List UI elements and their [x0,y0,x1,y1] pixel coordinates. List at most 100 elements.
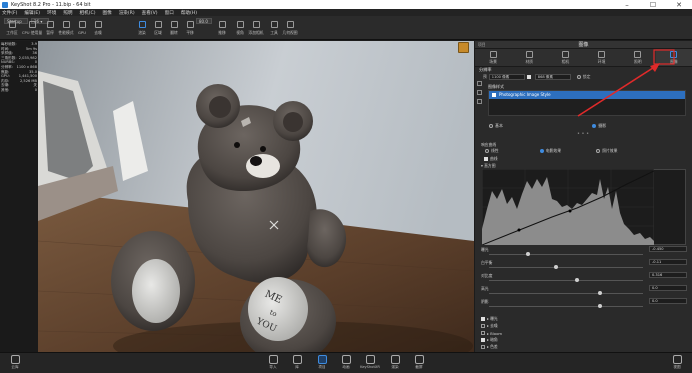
menu-file[interactable]: 文件(F) [2,10,17,16]
property-value-field[interactable]: 0.316 [649,272,687,278]
lock-radio[interactable] [576,75,581,79]
expert-view-button[interactable]: 视图 [668,355,686,373]
property-slider-track[interactable] [489,306,643,307]
menu-camera[interactable]: 相机(C) [80,10,96,16]
menu-bar: 文件(F) 编辑(E) 环境 照明 相机(C) 图像 渲染(R) 查看(V) 窗… [0,9,692,16]
add-style-icon[interactable] [477,81,482,86]
cpu-icon [28,21,36,28]
style-checkbox[interactable] [492,93,496,97]
bottom-button-animation[interactable]: 动画 [337,355,355,373]
property-slider-knob[interactable] [525,252,530,256]
bottom-button-screenshot[interactable]: 截屏 [410,355,428,373]
panel-header: 项目 图像 [475,41,692,49]
more-dots[interactable]: • • • [577,131,589,137]
linear-label: 线性 [491,148,499,153]
width-field[interactable]: 1100 像素 [488,74,525,80]
menu-edit[interactable]: 编辑(E) [24,10,40,16]
delete-style-icon[interactable] [477,99,482,104]
effect-row[interactable]: ▸ 曝光 [481,316,498,322]
minimize-button[interactable]: – [614,0,640,9]
duplicate-style-icon[interactable] [477,90,482,95]
bottom-button-project[interactable]: 项目 [313,355,331,373]
link-icon[interactable] [526,75,531,79]
property-slider-knob[interactable] [553,265,558,269]
property-value-field[interactable]: 0.0 [649,285,687,291]
effect-row[interactable]: ▸ Bloom [481,330,502,336]
menu-render[interactable]: 渲染(R) [119,10,135,16]
style-item-photographic[interactable]: Photographic Image Style [489,91,685,99]
property-value-field[interactable]: 0.0 [649,298,687,304]
close-button[interactable]: ✕ [666,0,692,9]
property-value-field[interactable]: -0.450 [649,246,687,252]
mode-basic-radio[interactable] [489,124,493,128]
maximize-button[interactable]: ☐ [640,0,666,9]
photographic-curve-radio[interactable] [596,149,601,153]
effect-row[interactable]: ▸ 暗角 [481,337,498,343]
property-slider-knob[interactable] [575,278,580,282]
effect-checkbox[interactable] [481,324,485,328]
environment-icon [598,50,606,58]
toolbar-button-14[interactable]: 几何视图 [282,21,298,39]
bottom-button-import[interactable]: 导入 [264,355,282,373]
tab-environment[interactable]: 环境 [584,49,620,66]
tab-image[interactable]: 图像 [655,49,692,66]
effect-checkbox[interactable] [481,317,485,321]
tab-material[interactable]: 材质 [511,49,547,66]
tab-lighting[interactable]: 照明 [620,49,656,66]
zoom-field[interactable]: 80.0 [196,18,212,24]
lock-label: 锁定 [582,74,591,79]
toolbar-button-label: 添加相机 [248,30,264,35]
mode-photographic-radio[interactable] [592,124,597,128]
toolbar-button-12[interactable]: 添加相机 [248,21,264,39]
menu-environment[interactable]: 环境 [47,10,56,16]
toolbar-button-2[interactable]: 暂停 [42,21,58,39]
property-slider-knob[interactable] [598,304,603,308]
bottom-button-label: 项目 [318,365,326,369]
effect-row[interactable]: ▸ 色差 [481,344,498,350]
effect-row[interactable]: ▸ 去噪 [481,323,498,329]
effect-checkbox[interactable] [481,345,485,349]
toolbar-button-13[interactable]: 工具 [266,21,282,39]
toolbar-button-11[interactable]: 视角 [232,21,248,39]
property-1: 白平衡 -0.11 [481,259,687,272]
tab-scene[interactable]: 场景 [475,49,511,66]
menu-window[interactable]: 窗口 [165,10,174,16]
height-field[interactable]: 868 像素 [534,74,571,80]
histogram-chart[interactable] [482,169,654,245]
bottom-button-keyshotxr[interactable]: KeyShotXR [360,355,380,373]
toolbar-button-0[interactable]: 工作区 [4,21,20,39]
viewport-settings-icon[interactable] [458,42,469,53]
property-slider-knob[interactable] [598,291,603,295]
toolbar-button-9[interactable]: 平移 [182,21,198,39]
animation-icon [341,355,351,364]
property-slider-track[interactable] [489,280,643,281]
render-viewport[interactable]: ME to YOU [38,41,474,352]
cloud-library-button[interactable]: 云库 [6,355,24,373]
toolbar-button-3[interactable]: 性能模式 [58,21,74,39]
effect-checkbox[interactable] [481,331,485,335]
toolbar-button-4[interactable]: GPU [74,21,90,39]
filmic-radio[interactable] [539,149,544,153]
property-slider-track[interactable] [489,254,643,255]
effect-label: ▸ 曝光 [487,316,498,321]
property-value-field[interactable]: -0.11 [649,259,687,265]
toolbar-button-7[interactable]: 区域 [150,21,166,39]
tab-camera[interactable]: 相机 [547,49,583,66]
toolbar-button-10[interactable]: 推移 [214,21,230,39]
bottom-button-label: 动画 [342,365,350,369]
bottom-button-library[interactable]: 库 [288,355,306,373]
linear-radio[interactable] [485,149,489,153]
curve-checkbox[interactable] [484,157,488,161]
bottom-button-render-output[interactable]: 渲染 [386,355,404,373]
effect-checkbox[interactable] [481,338,485,342]
toolbar-button-1[interactable]: CPU 使用量 [22,21,42,39]
toolbar-button-5[interactable]: 去噪 [90,21,106,39]
menu-view[interactable]: 查看(V) [142,10,158,16]
toolbar-button-6[interactable]: 渲染 [134,21,150,39]
property-slider-track[interactable] [489,267,643,268]
toolbar-button-8[interactable]: 翻转 [166,21,182,39]
menu-lighting[interactable]: 照明 [63,10,72,16]
property-slider-track[interactable] [489,293,643,294]
menu-image[interactable]: 图像 [103,10,112,16]
menu-help[interactable]: 帮助(H) [181,10,197,16]
